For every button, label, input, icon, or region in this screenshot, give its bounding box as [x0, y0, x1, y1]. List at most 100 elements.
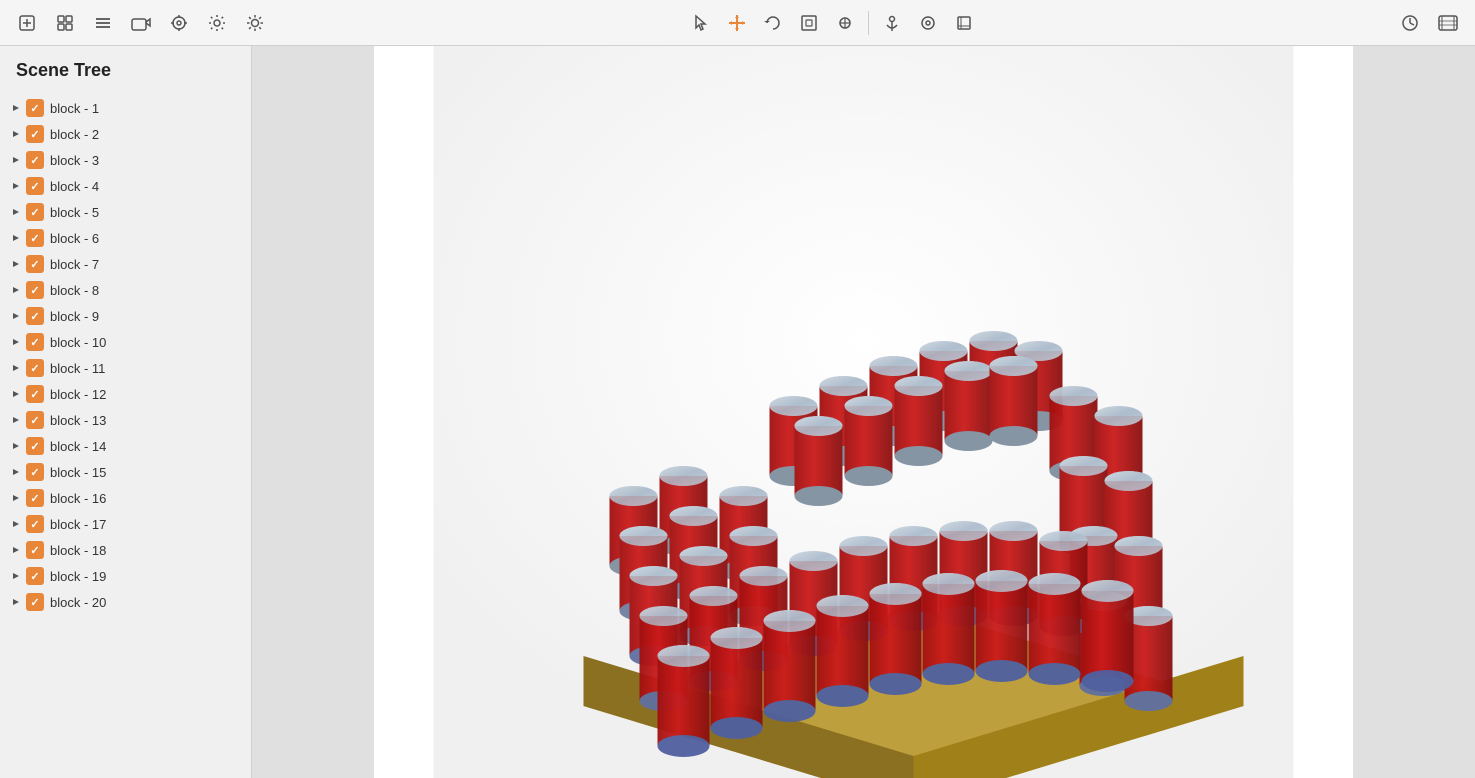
tree-item-arrow-icon[interactable] — [10, 180, 22, 192]
render-button[interactable] — [1431, 6, 1465, 40]
tree-item-checkbox[interactable] — [26, 255, 44, 273]
tree-item[interactable]: block - 15 — [0, 459, 251, 485]
tree-item-checkbox[interactable] — [26, 385, 44, 403]
settings-button[interactable] — [200, 6, 234, 40]
tree-item-arrow-icon[interactable] — [10, 544, 22, 556]
tree-item-label: block - 18 — [50, 543, 106, 558]
tree-item-label: block - 3 — [50, 153, 99, 168]
rotate-tool-button[interactable] — [756, 6, 790, 40]
tree-item-label: block - 2 — [50, 127, 99, 142]
tree-item-arrow-icon[interactable] — [10, 414, 22, 426]
tree-item[interactable]: block - 9 — [0, 303, 251, 329]
tree-item-arrow-icon[interactable] — [10, 258, 22, 270]
tree-item-arrow-icon[interactable] — [10, 518, 22, 530]
toolbar-left — [10, 6, 272, 40]
crop-button[interactable] — [947, 6, 981, 40]
anchor-button[interactable] — [875, 6, 909, 40]
tree-item-arrow-icon[interactable] — [10, 232, 22, 244]
grid-button[interactable] — [48, 6, 82, 40]
tree-item[interactable]: block - 4 — [0, 173, 251, 199]
sun-button[interactable] — [238, 6, 272, 40]
tree-item[interactable]: block - 17 — [0, 511, 251, 537]
tree-item-arrow-icon[interactable] — [10, 596, 22, 608]
tree-item-arrow-icon[interactable] — [10, 362, 22, 374]
tree-item-label: block - 17 — [50, 517, 106, 532]
tree-item[interactable]: block - 16 — [0, 485, 251, 511]
tree-item-checkbox[interactable] — [26, 307, 44, 325]
tree-item-label: block - 6 — [50, 231, 99, 246]
tree-item-label: block - 7 — [50, 257, 99, 272]
tree-item[interactable]: block - 13 — [0, 407, 251, 433]
tree-item-checkbox[interactable] — [26, 437, 44, 455]
tree-item-arrow-icon[interactable] — [10, 466, 22, 478]
tree-item[interactable]: block - 14 — [0, 433, 251, 459]
tree-item-checkbox[interactable] — [26, 593, 44, 611]
tree-item[interactable]: block - 5 — [0, 199, 251, 225]
scale-tool-button[interactable] — [792, 6, 826, 40]
tree-item-checkbox[interactable] — [26, 411, 44, 429]
timeline-button[interactable] — [1393, 6, 1427, 40]
tree-item-checkbox[interactable] — [26, 567, 44, 585]
move-tool-button[interactable] — [720, 6, 754, 40]
toolbar — [0, 0, 1475, 46]
tree-item-checkbox[interactable] — [26, 203, 44, 221]
right-panel — [252, 46, 1475, 778]
tree-item-checkbox[interactable] — [26, 333, 44, 351]
tree-item-arrow-icon[interactable] — [10, 128, 22, 140]
splitter-left — [252, 46, 374, 778]
tree-item[interactable]: block - 2 — [0, 121, 251, 147]
tree-item-arrow-icon[interactable] — [10, 102, 22, 114]
tree-item[interactable]: block - 6 — [0, 225, 251, 251]
main-layout: Scene Tree block - 1 block - 2 block - 3 bl… — [0, 46, 1475, 778]
viewport[interactable] — [374, 46, 1353, 778]
tree-item-arrow-icon[interactable] — [10, 154, 22, 166]
tree-item-checkbox[interactable] — [26, 151, 44, 169]
tree-item[interactable]: block - 10 — [0, 329, 251, 355]
menu-button[interactable] — [86, 6, 120, 40]
tree-item-arrow-icon[interactable] — [10, 206, 22, 218]
tree-item[interactable]: block - 19 — [0, 563, 251, 589]
tree-item-checkbox[interactable] — [26, 125, 44, 143]
tree-item-arrow-icon[interactable] — [10, 284, 22, 296]
scene-viewport-svg — [374, 46, 1353, 778]
tree-item-arrow-icon[interactable] — [10, 336, 22, 348]
transform-tool-button[interactable] — [828, 6, 862, 40]
tree-item[interactable]: block - 12 — [0, 381, 251, 407]
tree-item-checkbox[interactable] — [26, 229, 44, 247]
tree-item[interactable]: block - 7 — [0, 251, 251, 277]
tree-item-label: block - 19 — [50, 569, 106, 584]
toolbar-center — [274, 6, 1391, 40]
scene-tree-title: Scene Tree — [0, 46, 251, 93]
tree-item-arrow-icon[interactable] — [10, 492, 22, 504]
tree-item-arrow-icon[interactable] — [10, 440, 22, 452]
tree-item-arrow-icon[interactable] — [10, 570, 22, 582]
camera-button[interactable] — [124, 6, 158, 40]
add-button[interactable] — [10, 6, 44, 40]
tree-item[interactable]: block - 11 — [0, 355, 251, 381]
tree-item-label: block - 10 — [50, 335, 106, 350]
tree-item-arrow-icon[interactable] — [10, 388, 22, 400]
tree-item-label: block - 13 — [50, 413, 106, 428]
tree-item-label: block - 12 — [50, 387, 106, 402]
tree-item-checkbox[interactable] — [26, 463, 44, 481]
tree-item[interactable]: block - 8 — [0, 277, 251, 303]
target-button[interactable] — [162, 6, 196, 40]
tree-item-checkbox[interactable] — [26, 99, 44, 117]
select-tool-button[interactable] — [684, 6, 718, 40]
scene-tree-list[interactable]: block - 1block - 2block - 3block - 4bloc… — [0, 93, 251, 778]
tree-item-checkbox[interactable] — [26, 177, 44, 195]
tree-item-checkbox[interactable] — [26, 489, 44, 507]
tree-item[interactable]: block - 3 — [0, 147, 251, 173]
tree-item-checkbox[interactable] — [26, 515, 44, 533]
tree-item-label: block - 20 — [50, 595, 106, 610]
tree-item-label: block - 14 — [50, 439, 106, 454]
tree-item-checkbox[interactable] — [26, 281, 44, 299]
toolbar-right — [1393, 6, 1465, 40]
tree-item-checkbox[interactable] — [26, 359, 44, 377]
tree-item-arrow-icon[interactable] — [10, 310, 22, 322]
tree-item[interactable]: block - 20 — [0, 589, 251, 615]
tree-item[interactable]: block - 18 — [0, 537, 251, 563]
lock-button[interactable] — [911, 6, 945, 40]
tree-item[interactable]: block - 1 — [0, 95, 251, 121]
tree-item-checkbox[interactable] — [26, 541, 44, 559]
